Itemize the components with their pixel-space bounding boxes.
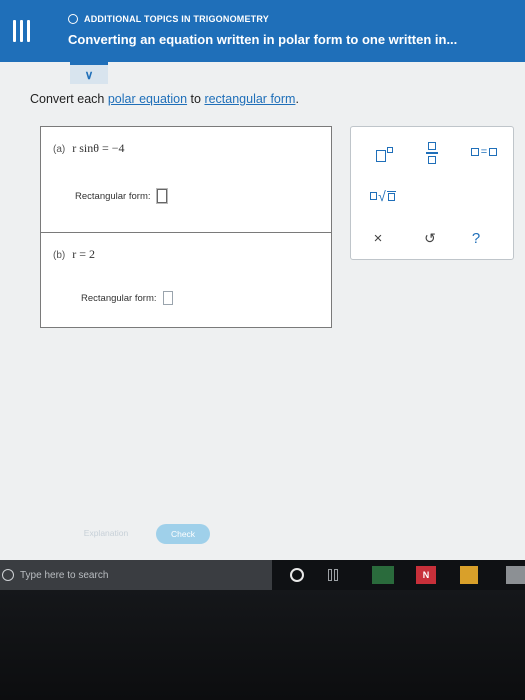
problem-b-answer-row: Rectangular form: (81, 291, 173, 305)
problem-a-answer-label: Rectangular form: (75, 190, 151, 202)
problem-b: (b) r = 2 Rectangular form: (41, 233, 331, 329)
taskbar-search[interactable]: Type here to search (0, 560, 272, 590)
equals-left-box (470, 148, 479, 156)
clear-icon[interactable]: × (367, 227, 389, 249)
header-bar: ADDITIONAL TOPICS IN TRIGONOMETRY Conver… (0, 0, 525, 62)
undo-icon[interactable]: ↺ (419, 227, 441, 249)
help-icon[interactable]: ? (465, 227, 487, 249)
topic-circle-icon (68, 14, 78, 24)
problem-a-label: (a) r sinθ = −4 (53, 141, 125, 156)
fraction-denominator-box (428, 155, 436, 164)
problem-a-equation: r sinθ = −4 (72, 141, 125, 155)
radicand-box (387, 193, 395, 201)
fraction-bar (426, 152, 438, 154)
menu-icon[interactable] (10, 20, 32, 42)
radicand (386, 191, 396, 201)
taskbar: Type here to search N (0, 560, 525, 590)
search-icon (2, 569, 14, 581)
problem-a-answer-input[interactable] (156, 189, 167, 203)
instruction-suffix: . (295, 92, 299, 106)
task-view-icon[interactable] (328, 567, 342, 583)
exponent-power-box (386, 147, 393, 153)
search-placeholder: Type here to search (20, 569, 109, 581)
problem-b-equation: r = 2 (72, 247, 95, 261)
problem-b-tag: (b) (53, 250, 66, 261)
chevron-down-icon: ∨ (84, 67, 94, 82)
polar-equation-link[interactable]: polar equation (108, 92, 187, 106)
explanation-button[interactable]: Explanation (66, 523, 146, 543)
sqrt-icon[interactable]: √ (365, 185, 401, 207)
page-title: Converting an equation written in polar … (68, 32, 458, 47)
fraction-numerator-box (428, 142, 436, 151)
laptop-bezel (0, 590, 525, 700)
problems-panel: (a) r sinθ = −4 Rectangular form: (b) r … (40, 126, 332, 328)
screen: ADDITIONAL TOPICS IN TRIGONOMETRY Conver… (0, 0, 525, 560)
instruction-prefix: Convert each (30, 92, 108, 106)
problem-a-answer-row: Rectangular form: (75, 189, 167, 203)
taskbar-app-3[interactable] (460, 566, 478, 584)
taskbar-app-4[interactable] (506, 566, 525, 584)
check-button[interactable]: Check (156, 524, 210, 544)
fraction-icon[interactable] (421, 139, 443, 167)
problem-b-answer-label: Rectangular form: (81, 292, 157, 304)
problem-b-label: (b) r = 2 (53, 247, 95, 262)
rectangular-form-link[interactable]: rectangular form (204, 92, 295, 106)
problem-b-answer-input[interactable] (162, 291, 173, 305)
exponent-base-box (375, 150, 386, 162)
taskbar-app-1[interactable] (372, 566, 394, 584)
root-index-box (370, 192, 378, 200)
instruction-middle: to (187, 92, 205, 106)
equals-sign: = (480, 146, 488, 158)
taskbar-app-2[interactable]: N (416, 566, 436, 584)
exponent-icon[interactable] (369, 141, 399, 165)
topic-row: ADDITIONAL TOPICS IN TRIGONOMETRY (68, 14, 269, 24)
equals-right-box (489, 148, 498, 156)
instruction-text: Convert each polar equation to rectangul… (30, 92, 299, 106)
radical-sign: √ (378, 188, 386, 204)
problem-a: (a) r sinθ = −4 Rectangular form: (41, 127, 331, 233)
problem-a-tag: (a) (53, 144, 66, 155)
math-toolbar: = √ × ↺ ? (350, 126, 514, 260)
collapse-tab[interactable]: ∨ (70, 62, 108, 84)
equals-template-icon[interactable]: = (465, 143, 503, 161)
topic-label: ADDITIONAL TOPICS IN TRIGONOMETRY (84, 14, 269, 24)
cortana-icon[interactable] (290, 568, 304, 582)
